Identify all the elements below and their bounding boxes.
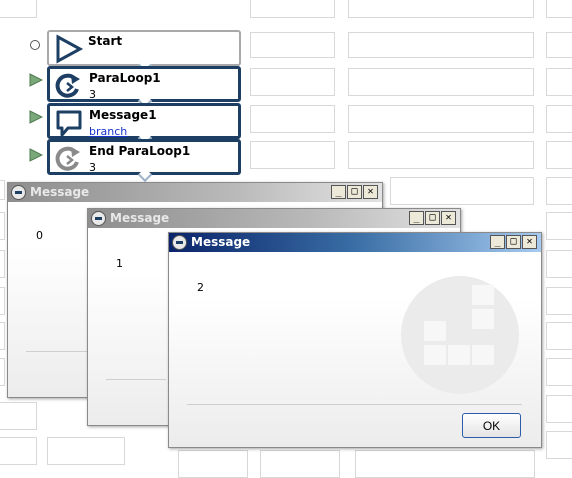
ok-button[interactable]: OK xyxy=(462,413,521,438)
start-connector-icon xyxy=(30,40,40,50)
window-titlebar[interactable]: Message _ □ ✕ xyxy=(8,183,382,202)
current-step-arrow-icon xyxy=(29,73,43,87)
current-step-arrow-icon xyxy=(29,110,43,124)
step-title: End ParaLoop1 xyxy=(89,144,191,158)
maximize-button[interactable]: □ xyxy=(347,185,362,199)
app-icon xyxy=(91,211,106,226)
divider xyxy=(187,404,522,405)
window-title: Message xyxy=(110,211,170,225)
message-text: 0 xyxy=(36,229,43,242)
loop-icon xyxy=(55,73,80,98)
current-step-arrow-icon xyxy=(29,148,43,162)
window-title: Message xyxy=(191,235,251,249)
minimize-button[interactable]: _ xyxy=(331,185,346,199)
end-loop-icon xyxy=(55,146,80,171)
window-titlebar[interactable]: Message _ □ ✕ xyxy=(169,233,541,252)
window-title: Message xyxy=(30,185,90,199)
speech-bubble-icon xyxy=(56,110,82,137)
close-button[interactable]: ✕ xyxy=(522,235,537,249)
message-text: 2 xyxy=(197,281,204,294)
window-titlebar[interactable]: Message _ □ ✕ xyxy=(88,209,460,228)
app-icon xyxy=(172,235,187,250)
minimize-button[interactable]: _ xyxy=(490,235,505,249)
play-triangle-icon xyxy=(56,34,84,64)
app-icon xyxy=(11,185,26,200)
step-count: 3 xyxy=(89,161,96,174)
step-count: 3 xyxy=(89,88,96,101)
close-button[interactable]: ✕ xyxy=(363,185,378,199)
minimize-button[interactable]: _ xyxy=(409,211,424,225)
divider xyxy=(106,379,166,380)
branch-link[interactable]: branch xyxy=(89,125,127,138)
message-text: 1 xyxy=(116,257,123,270)
step-title: Start xyxy=(88,34,123,48)
step-title: ParaLoop1 xyxy=(89,71,161,85)
maximize-button[interactable]: □ xyxy=(425,211,440,225)
close-button[interactable]: ✕ xyxy=(441,211,456,225)
message-window-2[interactable]: Message _ □ ✕ 2 OK xyxy=(168,232,542,448)
watermark-logo-icon xyxy=(401,276,519,394)
step-title: Message1 xyxy=(89,108,157,122)
maximize-button[interactable]: □ xyxy=(506,235,521,249)
